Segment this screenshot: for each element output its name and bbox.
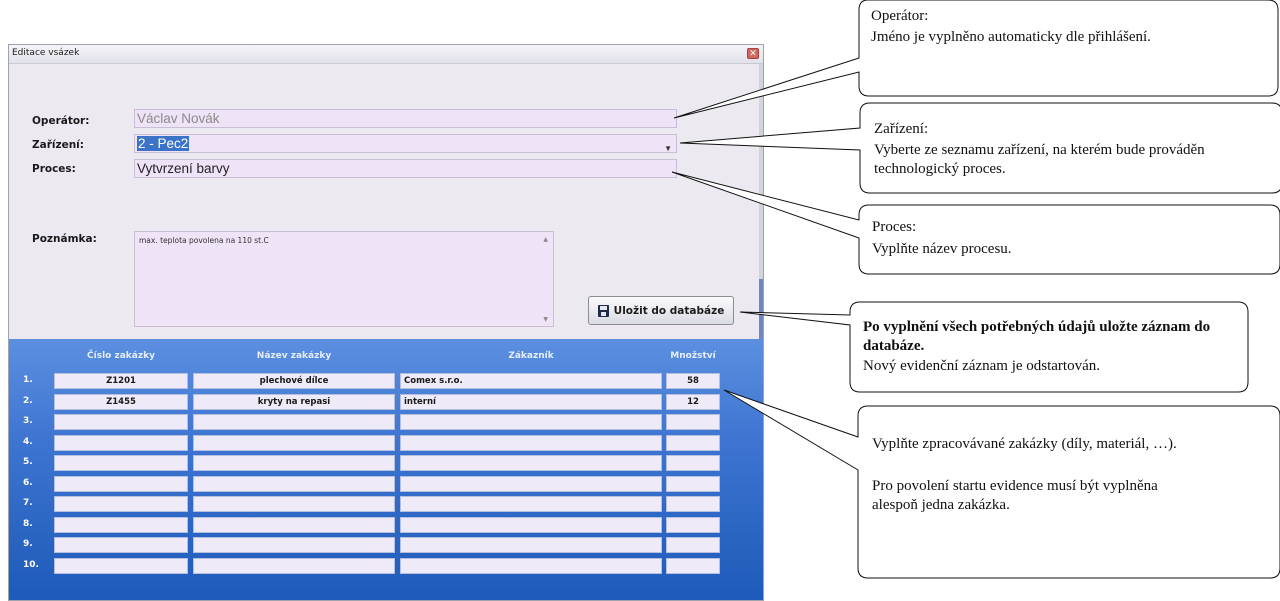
save-to-database-button[interactable]: Uložit do databáze <box>588 296 734 325</box>
note-text: max. teplota povolena na 110 st.C <box>139 236 269 245</box>
row-number: 9. <box>23 539 33 549</box>
note-textarea[interactable]: max. teplota povolena na 110 st.C ▲ ▼ <box>134 231 554 327</box>
row-number: 7. <box>23 498 33 508</box>
cell-quantity[interactable]: 12 <box>666 394 720 410</box>
cell-order-number[interactable]: Z1201 <box>54 373 188 389</box>
cell-order-name[interactable] <box>193 435 395 451</box>
callout-orders-text2: Pro povolení startu evidence musí být vy… <box>872 478 1158 513</box>
row-number: 3. <box>23 416 33 426</box>
process-label: Proces: <box>32 163 76 175</box>
cell-customer[interactable] <box>400 517 662 533</box>
cell-order-name[interactable] <box>193 496 395 512</box>
cell-order-name[interactable]: plechové dílce <box>193 373 395 389</box>
window-title: Editace vsázek <box>12 48 80 58</box>
row-number: 1. <box>23 375 33 385</box>
cell-order-name[interactable] <box>193 455 395 471</box>
cell-customer[interactable] <box>400 558 662 574</box>
cell-quantity[interactable] <box>666 414 720 430</box>
cell-order-number[interactable] <box>54 455 188 471</box>
cell-order-name[interactable] <box>193 537 395 553</box>
callout-save-text: Nový evidenční záznam je odstartován. <box>863 358 1100 374</box>
callout-operator-title: Operátor: <box>871 8 929 24</box>
row-number: 6. <box>23 478 33 488</box>
row-number: 8. <box>23 519 33 529</box>
cell-order-name[interactable] <box>193 414 395 430</box>
chevron-down-icon[interactable]: ▼ <box>664 140 672 152</box>
cell-quantity[interactable] <box>666 558 720 574</box>
scroll-up-icon[interactable]: ▲ <box>543 236 548 243</box>
device-selected-value: 2 - Pec2 <box>137 136 190 151</box>
column-header-customer: Zákazník <box>508 351 554 361</box>
save-button-label: Uložit do databáze <box>613 304 725 317</box>
row-number: 2. <box>23 396 33 406</box>
cell-customer[interactable] <box>400 455 662 471</box>
cell-customer[interactable] <box>400 537 662 553</box>
cell-quantity[interactable] <box>666 496 720 512</box>
cell-quantity[interactable] <box>666 537 720 553</box>
orders-grid: Číslo zakázky Název zakázky Zákazník Mno… <box>9 339 763 600</box>
cell-order-number[interactable] <box>54 414 188 430</box>
close-icon[interactable]: ✕ <box>747 48 759 59</box>
cell-order-number[interactable] <box>54 537 188 553</box>
cell-order-name[interactable] <box>193 517 395 533</box>
operator-label: Operátor: <box>32 115 90 127</box>
callout-process-title: Proces: <box>872 219 917 235</box>
cell-customer[interactable]: interní <box>400 394 662 410</box>
floppy-disk-icon <box>597 304 609 317</box>
note-label: Poznámka: <box>32 233 97 245</box>
row-number: 4. <box>23 437 33 447</box>
callout-orders-text1: Vyplňte zpracovávané zakázky (díly, mate… <box>872 436 1177 452</box>
cell-order-number[interactable] <box>54 476 188 492</box>
cell-customer[interactable] <box>400 414 662 430</box>
device-label: Zařízení: <box>32 139 84 151</box>
cell-order-number[interactable] <box>54 517 188 533</box>
callout-operator-text: Jméno je vyplněno automaticky dle přihlá… <box>871 29 1151 45</box>
cell-customer[interactable] <box>400 435 662 451</box>
cell-customer[interactable] <box>400 496 662 512</box>
operator-field[interactable]: Václav Novák <box>134 109 677 128</box>
cell-quantity[interactable] <box>666 435 720 451</box>
cell-quantity[interactable] <box>666 517 720 533</box>
cell-order-number[interactable] <box>54 435 188 451</box>
cell-order-name[interactable] <box>193 476 395 492</box>
cell-order-name[interactable]: kryty na repasi <box>193 394 395 410</box>
cell-order-number[interactable] <box>54 496 188 512</box>
edit-batch-window: Editace vsázek ✕ Operátor: Václav Novák … <box>8 44 764 601</box>
callout-device-text: Vyberte ze seznamu zařízení, na kterém b… <box>874 142 1205 177</box>
row-number: 10. <box>23 560 39 570</box>
cell-customer[interactable] <box>400 476 662 492</box>
cell-order-number[interactable]: Z1455 <box>54 394 188 410</box>
cell-quantity[interactable]: 58 <box>666 373 720 389</box>
column-header-order-name: Název zakázky <box>256 351 332 361</box>
process-field[interactable]: Vytvrzení barvy <box>134 159 677 178</box>
column-header-order-number: Číslo zakázky <box>87 351 155 361</box>
cell-order-name[interactable] <box>193 558 395 574</box>
device-select[interactable]: 2 - Pec2 ▼ <box>134 134 677 153</box>
cell-quantity[interactable] <box>666 476 720 492</box>
callout-process-text: Vyplňte název procesu. <box>872 241 1012 257</box>
callout-save-bold: Po vyplnění všech potřebných údajů uložt… <box>863 319 1211 354</box>
cell-quantity[interactable] <box>666 455 720 471</box>
cell-order-number[interactable] <box>54 558 188 574</box>
window-scrollbar[interactable] <box>759 64 763 344</box>
callout-device-title: Zařízení: <box>874 121 929 137</box>
cell-customer[interactable]: Comex s.r.o. <box>400 373 662 389</box>
scroll-down-icon[interactable]: ▼ <box>543 316 548 323</box>
title-bar: Editace vsázek ✕ <box>9 45 763 64</box>
column-header-quantity: Množství <box>670 351 716 361</box>
row-number: 5. <box>23 457 33 467</box>
callout-operator-bubble <box>673 0 1279 119</box>
